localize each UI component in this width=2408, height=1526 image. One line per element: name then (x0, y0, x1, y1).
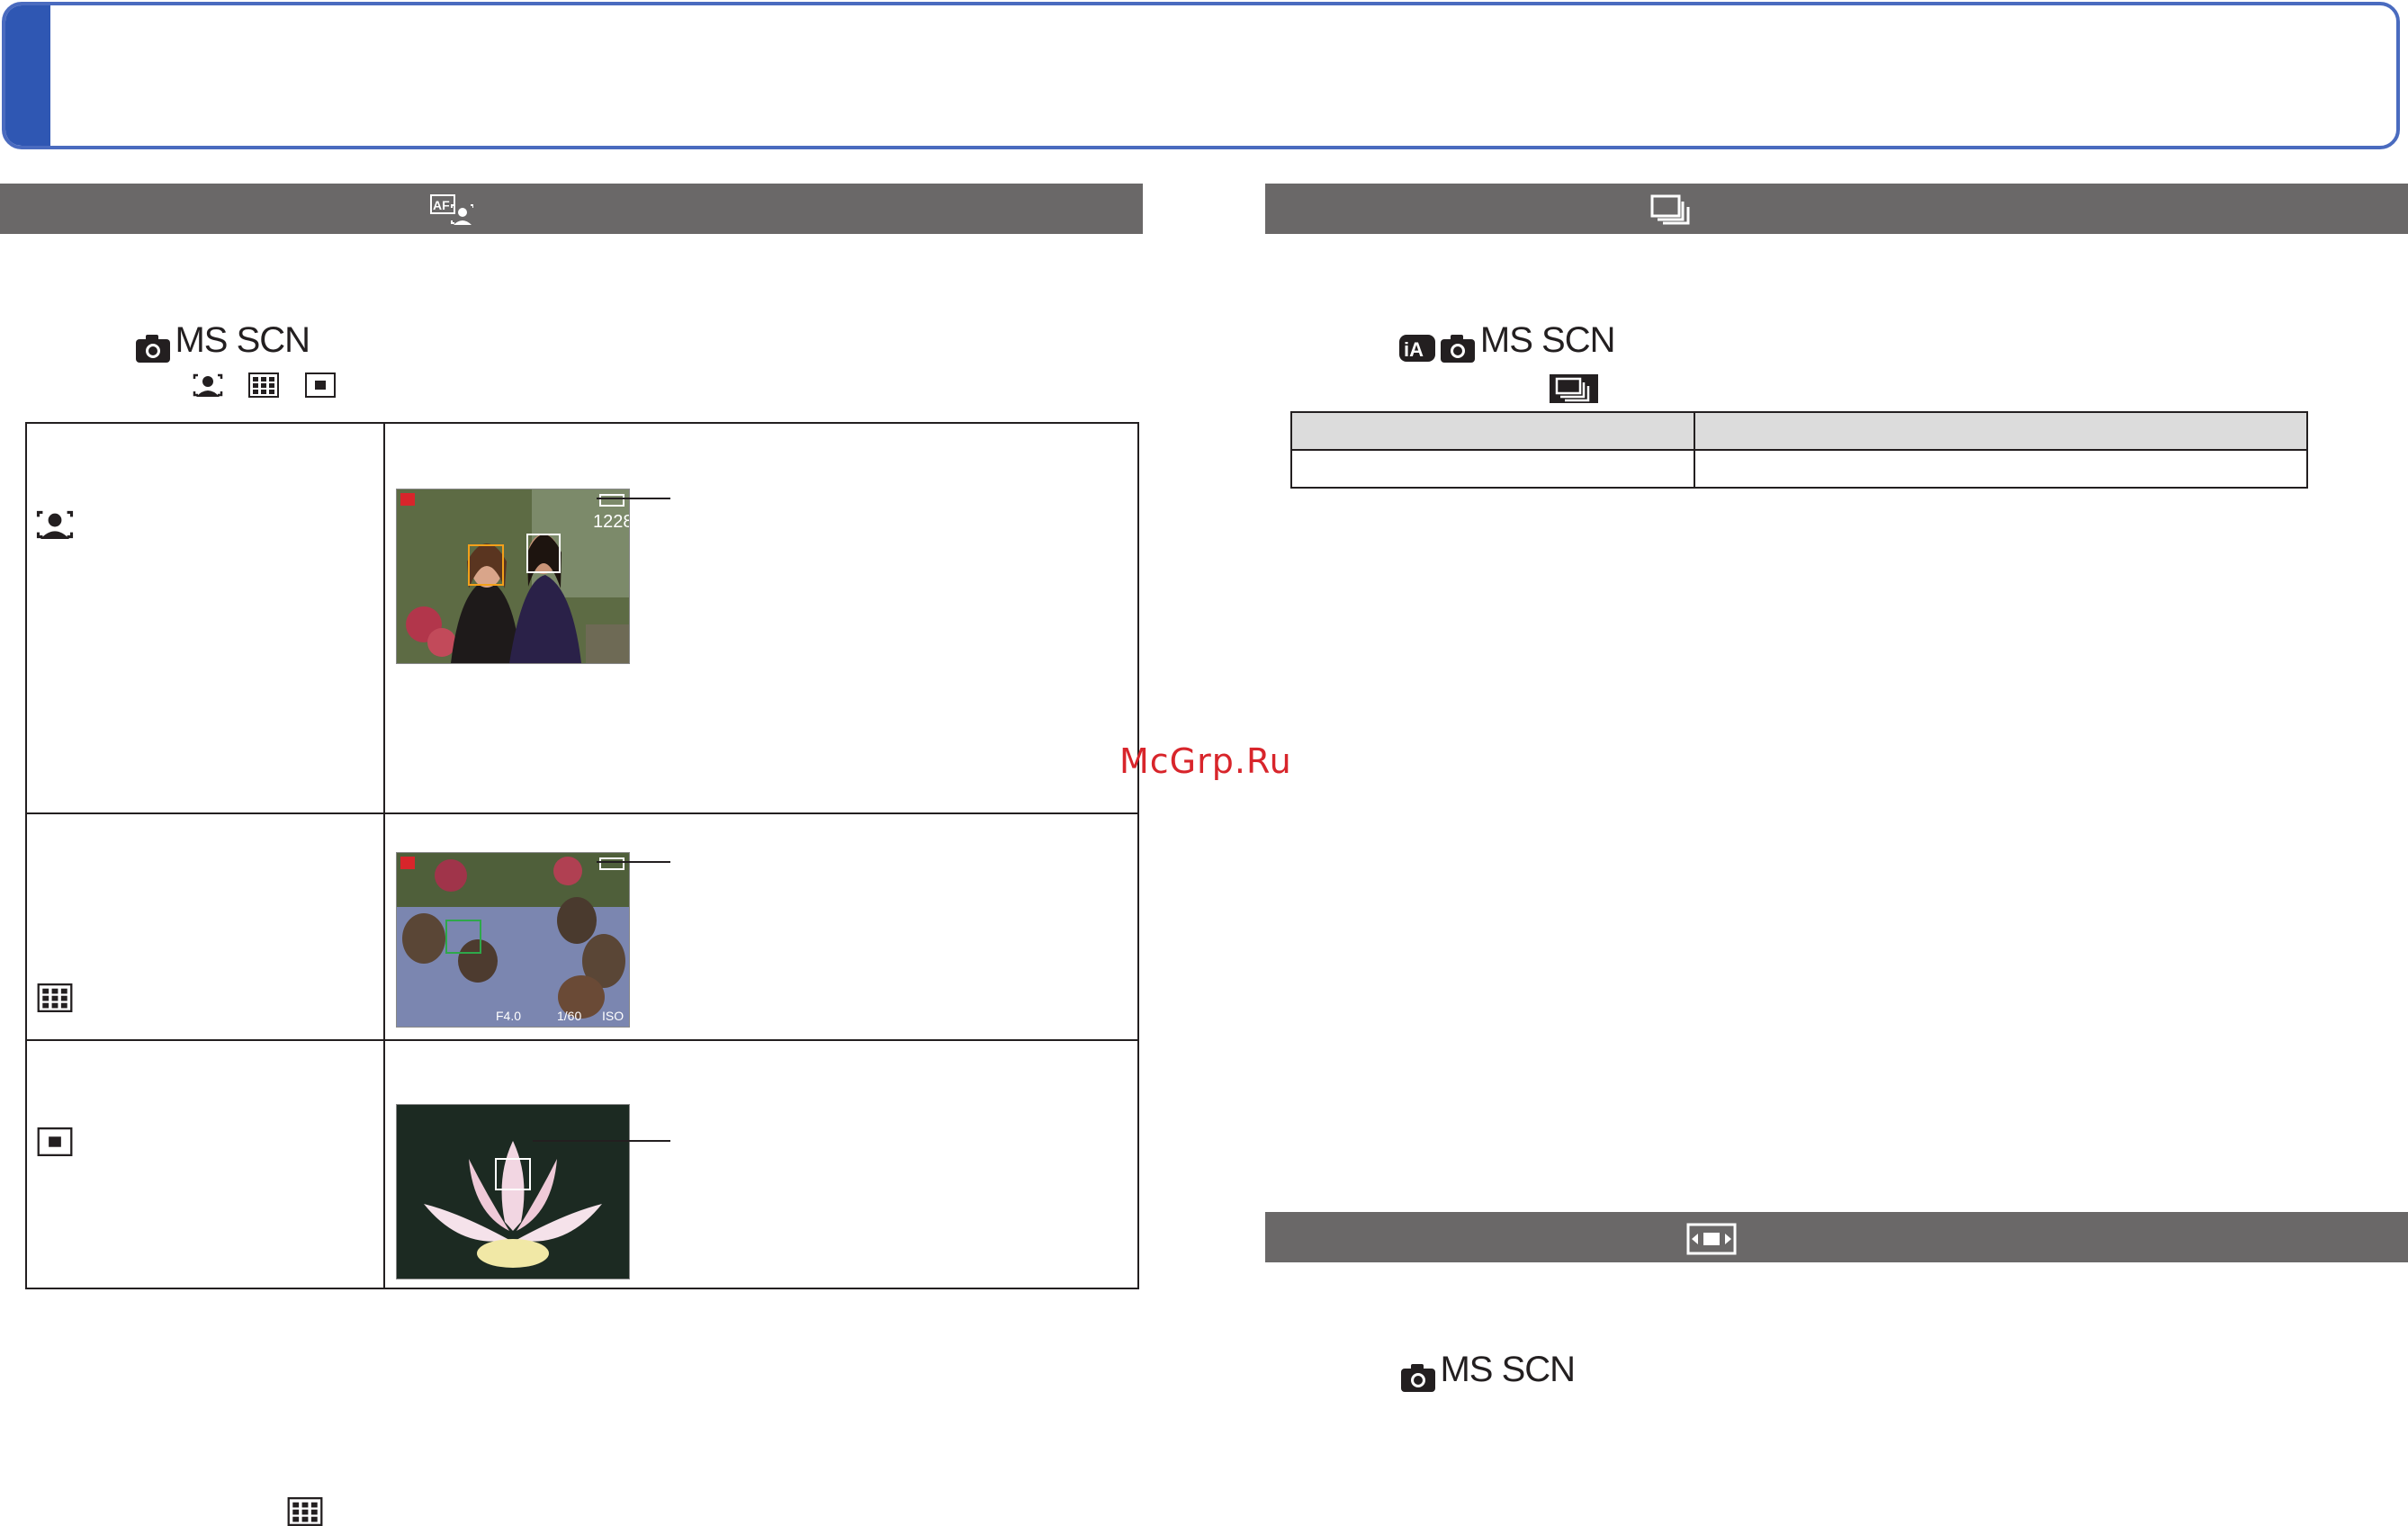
af-row-face-detection: 1228 (25, 422, 1139, 814)
1-area-af-icon (304, 373, 336, 398)
af-row-1-area (25, 1039, 1139, 1289)
af-mode-section-bar: AF (0, 184, 1143, 234)
af-mode-table: 1228 (25, 422, 1139, 1289)
burst-modes-label: MS SCN (1479, 320, 1616, 360)
callout-line (597, 861, 670, 863)
intelligent-auto-icon: iA (1399, 334, 1435, 362)
af-row-description-cell (383, 1039, 1139, 1289)
shutter-readout: 1/60 (557, 1009, 581, 1023)
watermark: McGrp.Ru (1119, 741, 1292, 781)
burst-applicable-modes: iA MS SCN (1398, 320, 1616, 364)
23-area-af-icon (248, 373, 280, 398)
face-detection-icon (36, 510, 74, 540)
page-title-banner (2, 2, 2400, 149)
af-row-icon-cell (25, 812, 385, 1041)
af-option-icons (193, 373, 336, 402)
iso-readout: ISO (602, 1009, 624, 1023)
af-applicable-modes: MS SCN (135, 320, 310, 364)
23-area-af-example-photo: F4.0 1/60 ISO (396, 852, 630, 1028)
1-area-af-icon (37, 1127, 73, 1156)
table-cell (1290, 449, 1695, 489)
callout-line (533, 1140, 670, 1142)
camera-icon (1441, 334, 1476, 363)
af-row-23-area: F4.0 1/60 ISO (25, 812, 1139, 1041)
burst-settings-table (1290, 411, 2308, 489)
camera-icon (1401, 1363, 1435, 1392)
burst-section-bar (1265, 184, 2408, 234)
23-area-af-icon (287, 1497, 323, 1526)
af-row-description-cell: F4.0 1/60 ISO (383, 812, 1139, 1041)
table-header-row (1290, 411, 2308, 451)
af-row-description-cell: 1228 (383, 422, 1139, 814)
face-detection-icon (193, 373, 223, 397)
remaining-shots-readout: 1228 (593, 512, 629, 532)
face-detection-example-photo: 1228 (396, 489, 630, 664)
aspect-applicable-modes: MS SCN (1400, 1350, 1576, 1393)
aspect-ratio-icon (1686, 1223, 1737, 1255)
burst-icon (1650, 194, 1690, 225)
aspect-modes-label: MS SCN (1440, 1350, 1576, 1389)
af-face-detection-icon: AF (430, 194, 473, 225)
1-area-af-example-photo (396, 1104, 630, 1279)
camera-icon (136, 334, 170, 363)
table-header-cell (1694, 411, 2308, 451)
af-row-icon-cell (25, 1039, 385, 1289)
23-area-af-icon (37, 983, 73, 1012)
af-row-icon-cell (25, 422, 385, 814)
callout-line (597, 498, 670, 499)
af-modes-label: MS SCN (175, 320, 310, 360)
title-accent-tab (5, 5, 50, 146)
table-header-cell (1290, 411, 1695, 451)
aspect-section-bar (1265, 1212, 2408, 1262)
table-row (1290, 449, 2308, 489)
svg-text:iA: iA (1404, 338, 1424, 361)
burst-icon (1550, 374, 1598, 403)
svg-text:AF: AF (433, 198, 450, 212)
table-cell (1694, 449, 2308, 489)
aperture-readout: F4.0 (496, 1009, 521, 1023)
